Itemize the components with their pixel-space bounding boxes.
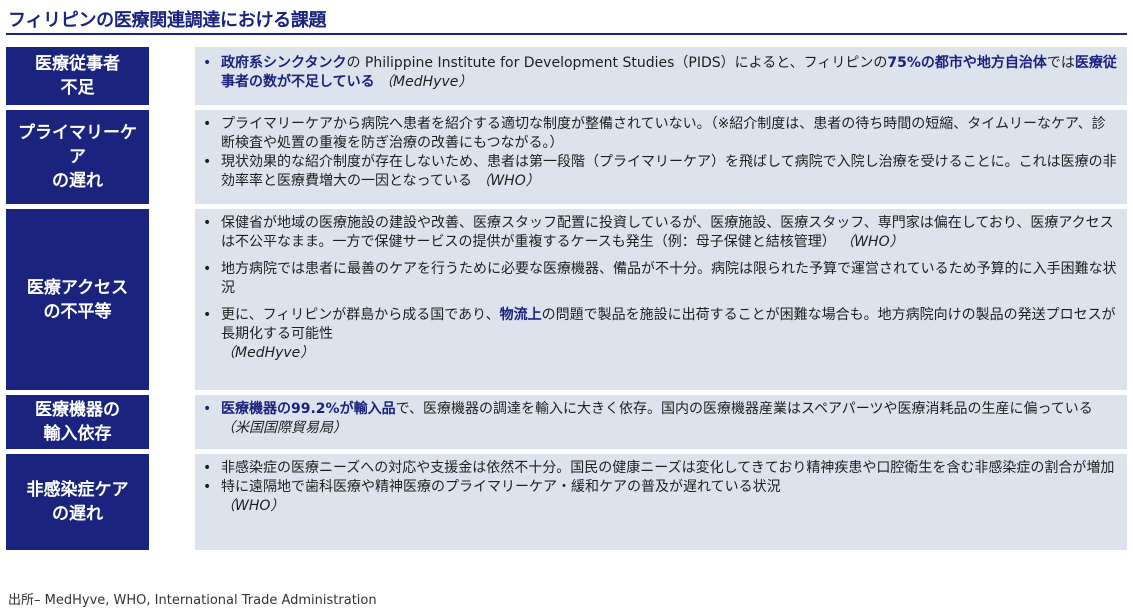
highlight-text: 医療機器の99.2%が輸入品 [221,401,396,417]
row-label-line: 輸入依存 [43,424,112,444]
issue-row-healthcare-workers: 医療従事者 不足 • 政府系シンクタンクの Philippine Institut… [6,47,1127,105]
bullet-icon: • [203,154,212,170]
source-citation: （MedHyve） [379,74,473,90]
row-label: 医療従事者 不足 [6,47,149,105]
bullet-text: 地方病院では患者に最善のケアを行うために必要な医療機器、備品が不十分。病院は限ら… [221,261,1117,296]
source-citation: （WHO） [476,173,540,189]
bullet-icon: • [203,401,212,417]
title-underline [6,33,1127,35]
source-footer: 出所– MedHyve, WHO, International Trade Ad… [8,593,377,608]
row-label-line: の不平等 [43,301,112,322]
bullet-text: 保健省が地域の医療施設の建設や改善、医療スタッフ配置に投資しているが、医療施設、… [221,215,1114,250]
bullet-icon: • [203,215,212,231]
bullet-item: • 更に、フィリピンが群島から成る国であり、物流上の問題で製品を施設に出荷すること… [201,306,1117,363]
bullet-icon: • [203,261,212,277]
highlight-text: 75%の都市や地方自治体 [887,55,1047,71]
issue-row-import-dependence: 医療機器の 輸入依存 • 医療機器の99.2%が輸入品で、医療機器の調達を輸入に大… [6,395,1127,449]
bullet-item: • 保健省が地域の医療施設の建設や改善、医療スタッフ配置に投資しているが、医療施設… [201,214,1117,252]
source-citation: （米国国際貿易局） [221,420,347,436]
bullet-text: 更に、フィリピンが群島から成る国であり、 [221,307,500,323]
page-title: フィリピンの医療関連調達における課題 [8,10,327,31]
row-content: • 保健省が地域の医療施設の建設や改善、医療スタッフ配置に投資しているが、医療施設… [195,209,1127,390]
row-content: • 政府系シンクタンクの Philippine Institute for Dev… [195,47,1127,105]
bullet-text: で、医療機器の調達を輸入に大きく依存。国内の医療機器産業はスペアパーツや医療消耗… [395,401,1093,417]
row-label: プライマリーケア の遅れ [6,110,149,204]
bullet-item: • 地方病院では患者に最善のケアを行うために必要な医療機器、備品が不十分。病院は限… [201,260,1117,298]
source-citation: （MedHyve） [221,345,315,361]
bullet-icon: • [203,479,212,495]
bullet-item: • 政府系シンクタンクの Philippine Institute for Dev… [201,54,1117,92]
row-content: • 医療機器の99.2%が輸入品で、医療機器の調達を輸入に大きく依存。国内の医療機… [195,395,1127,449]
bullet-item: • 現状効果的な紹介制度が存在しないため、患者は第一段階（プライマリーケア）を飛ば… [201,153,1117,191]
bullet-item: • プライマリーケアから病院へ患者を紹介する適切な制度が整備されていない。（※紹介… [201,115,1117,153]
row-label-line: の遅れ [52,171,103,191]
row-label-line: 不足 [60,78,95,98]
row-label-line: プライマリーケア [18,123,137,167]
row-label-line: の遅れ [52,504,103,524]
issue-table: 医療従事者 不足 • 政府系シンクタンクの Philippine Institut… [6,47,1127,555]
bullet-text: の Philippine Institute for Development S… [346,55,888,71]
bullet-item: • 特に遠隔地で歯科医療や精神医療のプライマリーケア・緩和ケアの普及が遅れている状… [201,478,1117,516]
source-citation: （WHO） [221,498,285,514]
bullet-text: 現状効果的な紹介制度が存在しないため、患者は第一段階（プライマリーケア）を飛ばし… [221,154,1117,189]
row-label-line: 医療従事者 [35,54,120,74]
highlight-text: 政府系シンクタンク [221,55,347,71]
row-content: • 非感染症の医療ニーズへの対応や支援金は依然不十分。国民の健康ニーズは変化してき… [195,454,1127,550]
row-label-line: 非感染症ケア [26,480,129,500]
bullet-icon: • [203,116,212,132]
issue-row-ncd-care: 非感染症ケア の遅れ • 非感染症の医療ニーズへの対応や支援金は依然不十分。国民の… [6,454,1127,550]
issue-row-primary-care: プライマリーケア の遅れ • プライマリーケアから病院へ患者を紹介する適切な制度が… [6,110,1127,204]
bullet-icon: • [203,460,212,476]
issue-row-access-inequality: 医療アクセス の不平等 • 保健省が地域の医療施設の建設や改善、医療スタッフ配置に… [6,209,1127,390]
row-label-line: 医療アクセス [26,277,129,298]
bullet-text: プライマリーケアから病院へ患者を紹介する適切な制度が整備されていない。（※紹介制… [221,116,1106,151]
bullet-icon: • [203,307,212,323]
row-label: 医療アクセス の不平等 [6,209,149,390]
row-label: 非感染症ケア の遅れ [6,454,149,550]
row-label-line: 医療機器の [35,400,120,420]
bullet-icon: • [203,55,212,71]
row-label: 医療機器の 輸入依存 [6,395,149,449]
highlight-text: 物流上 [499,307,542,323]
source-citation: （WHO） [840,234,904,250]
row-content: • プライマリーケアから病院へ患者を紹介する適切な制度が整備されていない。（※紹介… [195,110,1127,204]
bullet-text: 特に遠隔地で歯科医療や精神医療のプライマリーケア・緩和ケアの普及が遅れている状況 [221,479,781,495]
bullet-item: • 非感染症の医療ニーズへの対応や支援金は依然不十分。国民の健康ニーズは変化してき… [201,459,1117,478]
bullet-text: 非感染症の医療ニーズへの対応や支援金は依然不十分。国民の健康ニーズは変化してきて… [221,460,1115,476]
bullet-text: では [1046,55,1075,71]
bullet-item: • 医療機器の99.2%が輸入品で、医療機器の調達を輸入に大きく依存。国内の医療機… [201,400,1117,438]
